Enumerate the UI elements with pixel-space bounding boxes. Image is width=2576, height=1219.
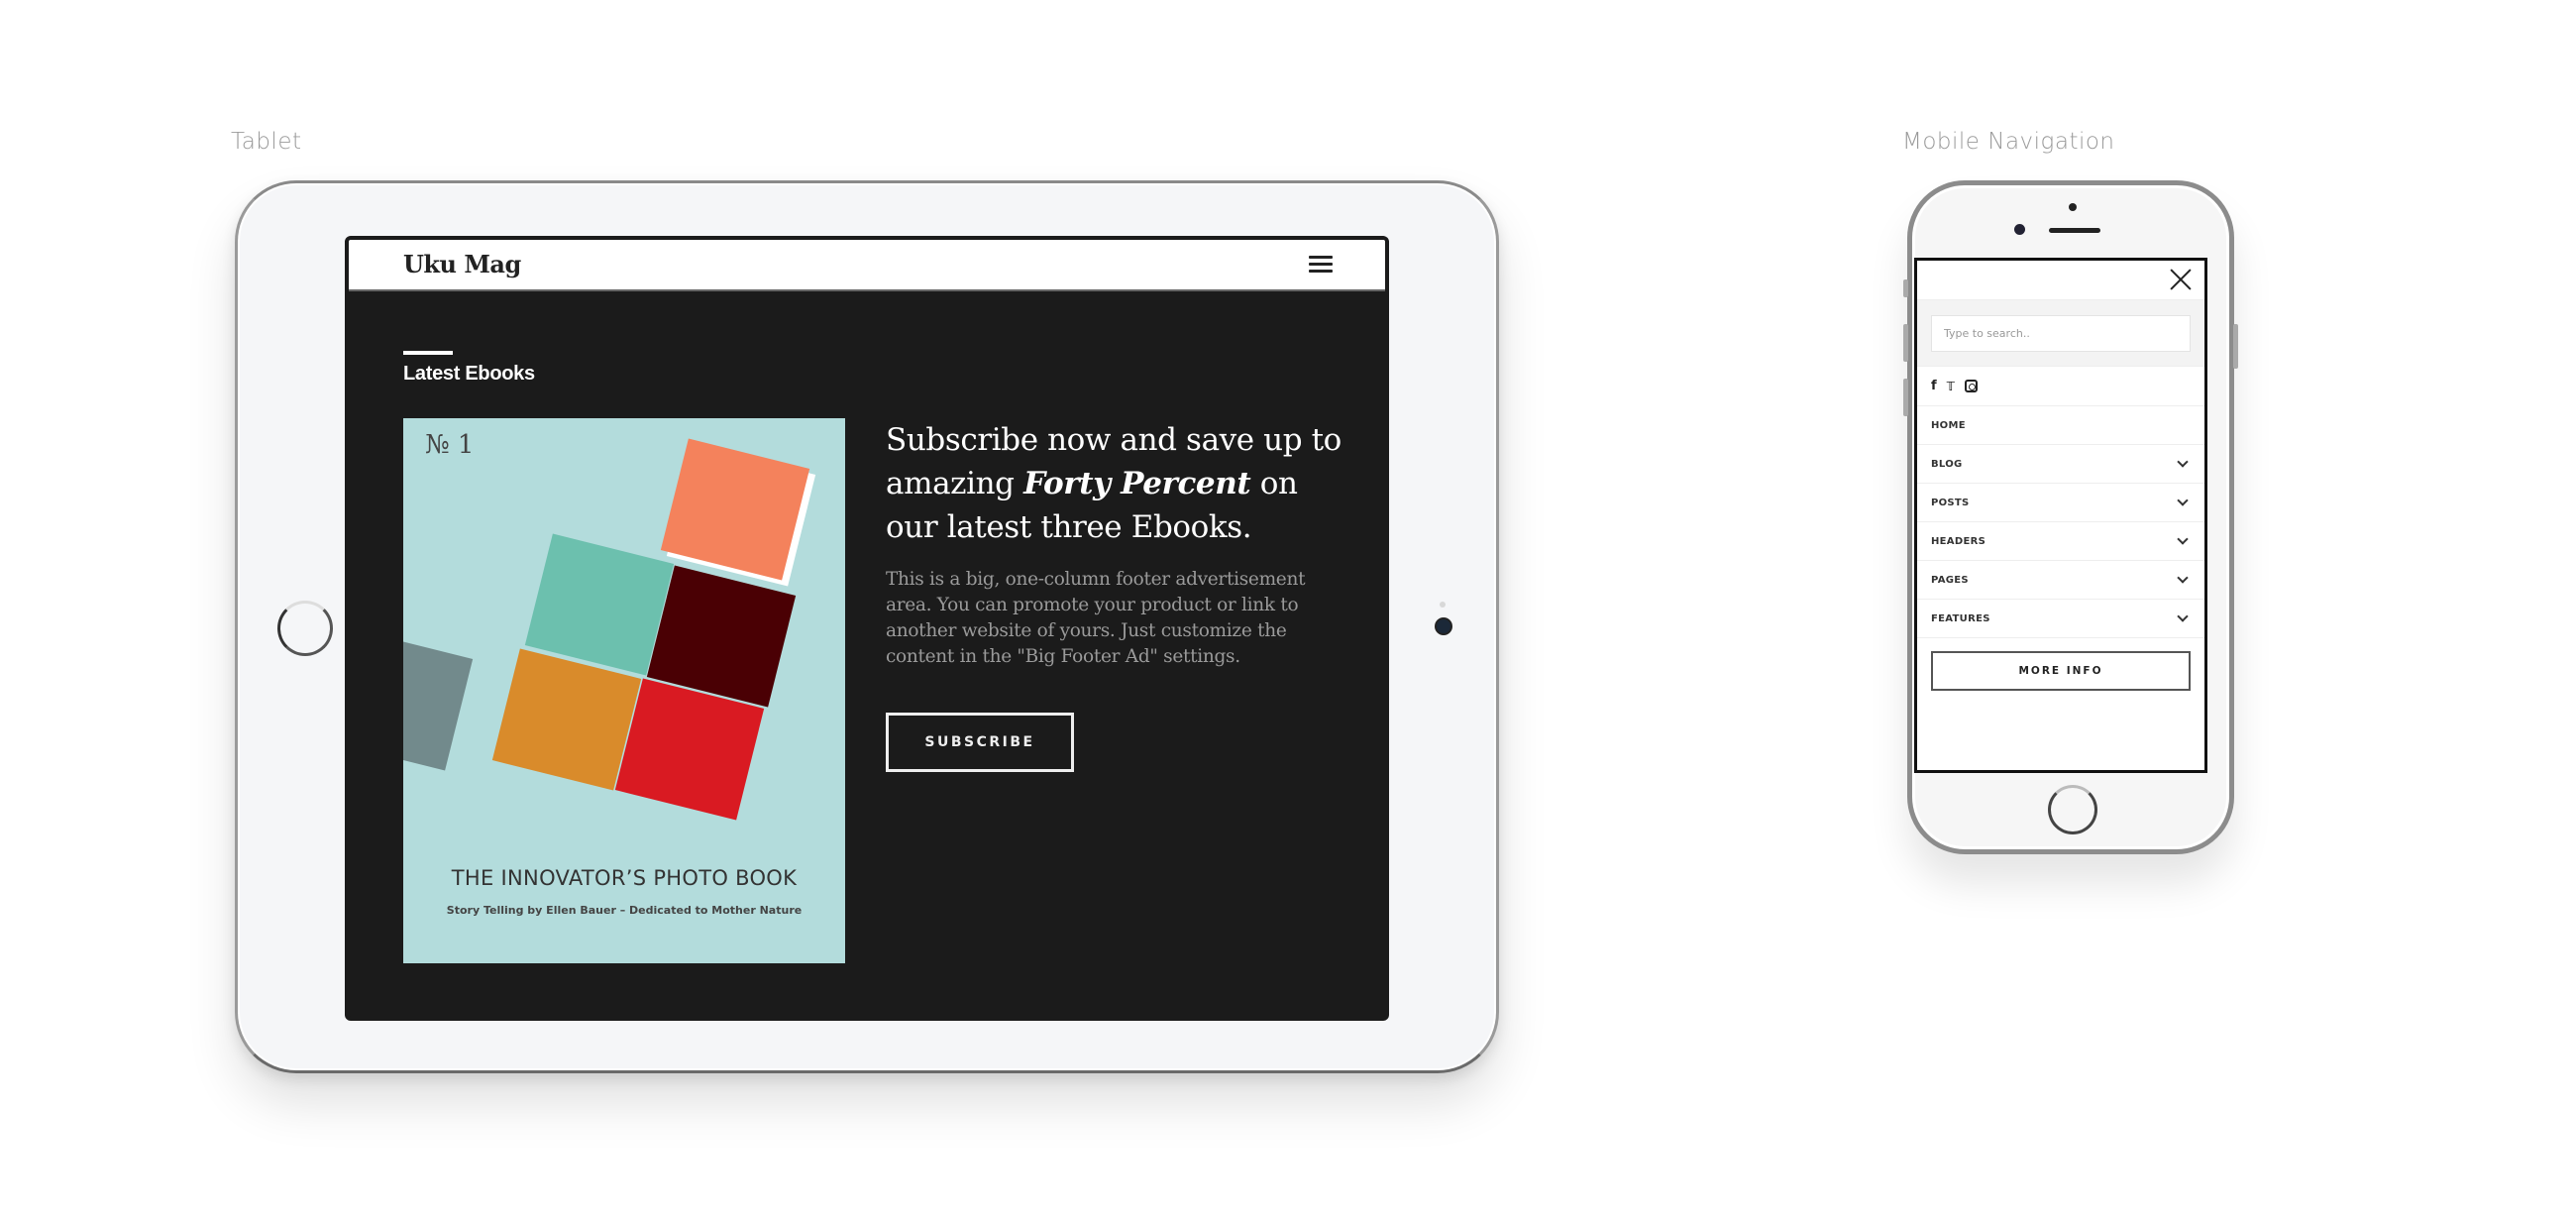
site-logo[interactable]: Uku Mag xyxy=(403,250,521,278)
cover-title: THE INNOVATOR’S PHOTO BOOK xyxy=(451,866,798,890)
phone-screen: f 𝕋 HOME BLOG POSTS HEADERS PAGES xyxy=(1914,258,2207,773)
nav-item-posts[interactable]: POSTS xyxy=(1917,484,2204,522)
nav-item-label: POSTS xyxy=(1931,497,1970,508)
phone-side-button xyxy=(1903,279,1908,297)
phone-speaker xyxy=(2049,228,2100,233)
nav-item-home[interactable]: HOME xyxy=(1917,406,2204,445)
tablet-screen: Uku Mag Latest Ebooks № 1 THE INNOVATOR’… xyxy=(345,236,1389,1021)
promo-body: This is a big, one-column footer adverti… xyxy=(886,569,1306,667)
nav-item-label: HOME xyxy=(1931,419,1966,431)
tablet-home-button xyxy=(277,601,333,656)
chevron-down-icon[interactable] xyxy=(2177,572,2189,584)
burger-line xyxy=(1309,270,1333,273)
cover-number: № 1 xyxy=(425,430,475,460)
burger-line xyxy=(1309,263,1333,266)
nav-item-blog[interactable]: BLOG xyxy=(1917,445,2204,484)
cover-subtitle: Story Telling by Ellen Bauer – Dedicated… xyxy=(446,904,803,917)
section-title: Latest Ebooks xyxy=(403,363,535,385)
tablet-device-label: Tablet xyxy=(231,129,302,155)
phone-side-button xyxy=(2233,324,2238,369)
close-icon[interactable] xyxy=(2169,268,2193,291)
nav-item-label: BLOG xyxy=(1931,458,1963,470)
subscribe-button[interactable]: SUBSCRIBE xyxy=(886,713,1074,772)
phone-sensor xyxy=(2069,203,2077,211)
facebook-icon[interactable]: f xyxy=(1931,379,1937,393)
more-info-button[interactable]: MORE INFO xyxy=(1931,651,2191,691)
phone-side-button xyxy=(1903,379,1908,416)
mobile-nav-top-bar xyxy=(1917,261,2204,300)
search-input[interactable] xyxy=(1931,315,2191,352)
chevron-down-icon[interactable] xyxy=(2177,495,2189,506)
cover-square-amber xyxy=(491,648,642,791)
promo-heading-emphasis: Forty Percent xyxy=(1023,466,1251,501)
nav-item-headers[interactable]: HEADERS xyxy=(1917,522,2204,561)
mobile-nav-list: HOME BLOG POSTS HEADERS PAGES FEATURES xyxy=(1917,406,2204,638)
burger-line xyxy=(1309,256,1333,259)
social-links: f 𝕋 xyxy=(1917,367,2204,406)
twitter-icon[interactable]: 𝕋 xyxy=(1947,380,1955,393)
hamburger-menu-icon[interactable] xyxy=(1309,256,1333,276)
phone-frame: f 𝕋 HOME BLOG POSTS HEADERS PAGES xyxy=(1903,180,2238,854)
chevron-down-icon[interactable] xyxy=(2177,610,2189,622)
cover-square-gray xyxy=(403,628,474,771)
tablet-camera-icon xyxy=(1437,619,1450,633)
nav-item-label: HEADERS xyxy=(1931,535,1986,547)
nav-item-features[interactable]: FEATURES xyxy=(1917,600,2204,638)
tablet-sensor xyxy=(1440,602,1446,608)
mobile-device-label: Mobile Navigation xyxy=(1902,129,2115,155)
phone-side-button xyxy=(1903,324,1908,362)
nav-item-label: PAGES xyxy=(1931,574,1969,586)
promo-block: Subscribe now and save up to amazing For… xyxy=(886,418,1351,670)
nav-item-pages[interactable]: PAGES xyxy=(1917,561,2204,600)
nav-item-label: FEATURES xyxy=(1931,612,1990,624)
site-header: Uku Mag xyxy=(349,240,1385,291)
section-title-accent xyxy=(403,351,453,355)
tablet-frame: Uku Mag Latest Ebooks № 1 THE INNOVATOR’… xyxy=(235,180,1499,1073)
ebook-cover[interactable]: № 1 THE INNOVATOR’S PHOTO BOOK Story Tel… xyxy=(403,418,845,963)
promo-heading: Subscribe now and save up to amazing For… xyxy=(886,418,1351,549)
chevron-down-icon[interactable] xyxy=(2177,456,2189,468)
instagram-icon[interactable] xyxy=(1965,380,1979,392)
phone-home-button xyxy=(2048,785,2097,834)
chevron-down-icon[interactable] xyxy=(2177,533,2189,545)
search-area xyxy=(1917,300,2204,367)
phone-camera-icon xyxy=(2014,224,2025,235)
